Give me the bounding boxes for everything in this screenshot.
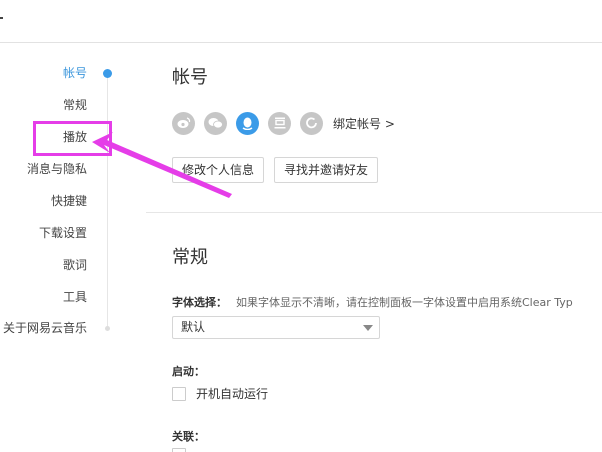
annotation-arrow <box>92 132 232 198</box>
